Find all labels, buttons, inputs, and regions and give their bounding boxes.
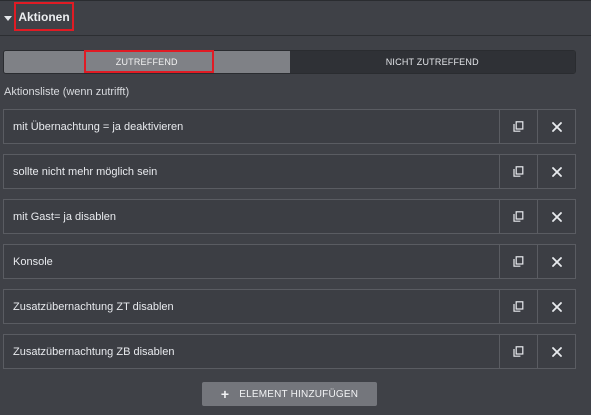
- close-icon: [551, 301, 562, 312]
- list-item-label: Zusatzübernachtung ZB disablen: [13, 345, 175, 358]
- add-element-label: ELEMENT HINZUFÜGEN: [239, 388, 359, 400]
- copy-icon: [513, 346, 524, 357]
- duplicate-button[interactable]: [499, 245, 537, 278]
- list-item-label: Konsole: [13, 255, 53, 268]
- duplicate-button[interactable]: [499, 290, 537, 323]
- plus-icon: +: [220, 386, 230, 402]
- list-item[interactable]: mit Übernachtung = ja deaktivieren: [3, 109, 576, 144]
- delete-button[interactable]: [537, 110, 575, 143]
- delete-button[interactable]: [537, 335, 575, 368]
- add-element-button[interactable]: + ELEMENT HINZUFÜGEN: [202, 382, 377, 406]
- copy-icon: [513, 121, 524, 132]
- delete-button[interactable]: [537, 200, 575, 233]
- section-title: Aktionen: [14, 2, 74, 31]
- duplicate-button[interactable]: [499, 200, 537, 233]
- tab-zutreffend[interactable]: ZUTREFFEND: [4, 51, 290, 73]
- copy-icon: [513, 256, 524, 267]
- copy-icon: [513, 301, 524, 312]
- list-item-label: Zusatzübernachtung ZT disablen: [13, 300, 174, 313]
- close-icon: [551, 166, 562, 177]
- close-icon: [551, 211, 562, 222]
- list-item[interactable]: mit Gast= ja disablen: [3, 199, 576, 234]
- list-item[interactable]: Zusatzübernachtung ZT disablen: [3, 289, 576, 324]
- duplicate-button[interactable]: [499, 155, 537, 188]
- caret-down-icon[interactable]: [4, 16, 12, 21]
- close-icon: [551, 121, 562, 132]
- list-label: Aktionsliste (wenn zutrifft): [4, 86, 130, 98]
- delete-button[interactable]: [537, 245, 575, 278]
- list-item[interactable]: Konsole: [3, 244, 576, 279]
- delete-button[interactable]: [537, 155, 575, 188]
- duplicate-button[interactable]: [499, 335, 537, 368]
- delete-button[interactable]: [537, 290, 575, 323]
- close-icon: [551, 256, 562, 267]
- list-item-label: mit Gast= ja disablen: [13, 210, 117, 223]
- list-item[interactable]: Zusatzübernachtung ZB disablen: [3, 334, 576, 369]
- copy-icon: [513, 166, 524, 177]
- duplicate-button[interactable]: [499, 110, 537, 143]
- condition-tabs: ZUTREFFEND NICHT ZUTREFFEND: [3, 50, 576, 74]
- close-icon: [551, 346, 562, 357]
- list-item[interactable]: sollte nicht mehr möglich sein: [3, 154, 576, 189]
- section-header[interactable]: Aktionen: [0, 1, 591, 36]
- copy-icon: [513, 211, 524, 222]
- tab-nicht-zutreffend[interactable]: NICHT ZUTREFFEND: [289, 51, 575, 73]
- list-item-label: mit Übernachtung = ja deaktivieren: [13, 120, 184, 133]
- list-item-label: sollte nicht mehr möglich sein: [13, 165, 158, 178]
